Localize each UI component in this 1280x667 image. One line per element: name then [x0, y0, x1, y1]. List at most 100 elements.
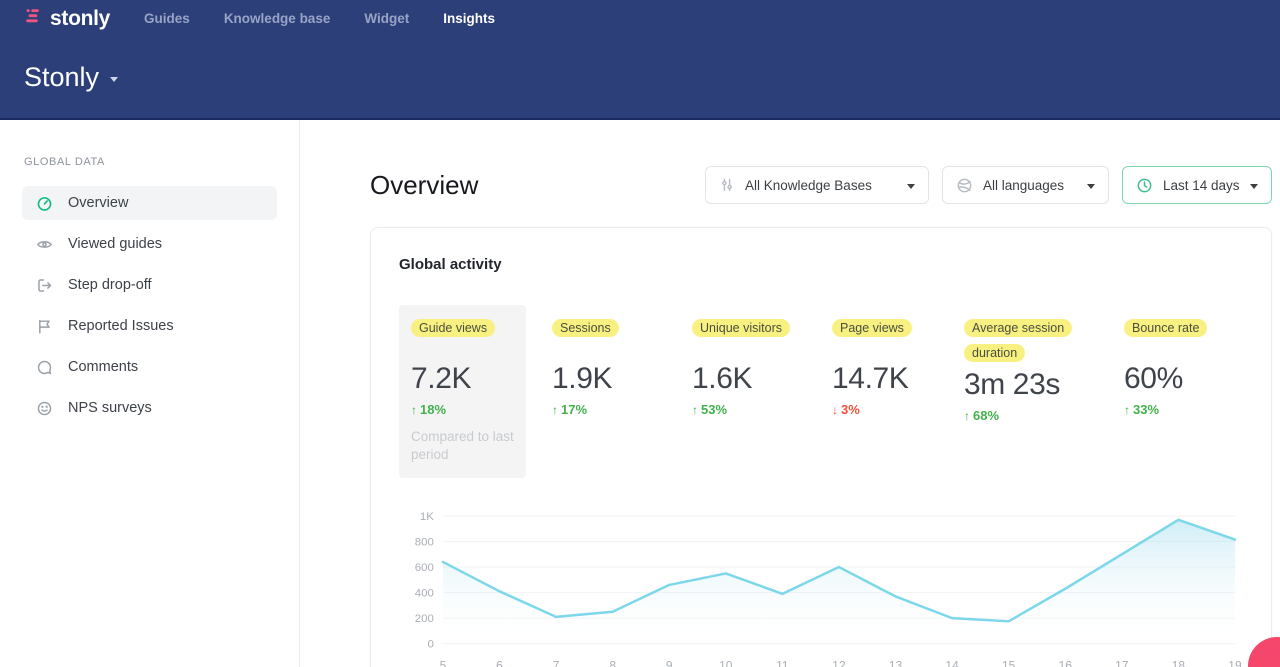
eye-icon: [36, 236, 53, 253]
metric-delta: ↑53%: [692, 402, 794, 417]
svg-text:11: 11: [776, 659, 789, 667]
flag-icon: [36, 318, 53, 335]
knowledge-bases-filter[interactable]: All Knowledge Bases: [705, 166, 929, 204]
svg-text:19: 19: [1228, 659, 1242, 667]
svg-text:800: 800: [415, 537, 434, 549]
svg-text:12: 12: [832, 659, 846, 667]
svg-text:400: 400: [415, 588, 434, 600]
svg-text:13: 13: [889, 659, 903, 667]
metric-guide-views[interactable]: Guide views 7.2K ↑18% Compared to last p…: [399, 305, 526, 478]
metric-value: 1.6K: [692, 362, 794, 396]
metric-value: 3m 23s: [964, 368, 1086, 402]
svg-text:600: 600: [415, 562, 434, 574]
clock-icon: [1136, 177, 1153, 194]
sidebar-item-label: Step drop-off: [68, 277, 152, 293]
metric-label: Bounce rate: [1124, 319, 1207, 337]
trend-arrow-icon: ↑: [692, 403, 698, 417]
workspace-switcher[interactable]: Stonly: [24, 62, 118, 93]
activity-area-chart[interactable]: 02004006008001K5678910111213141516171819: [399, 504, 1243, 667]
chevron-down-icon: [1250, 184, 1258, 189]
step-exit-icon: [36, 277, 53, 294]
nav-items: Guides Knowledge base Widget Insights: [144, 11, 495, 26]
date-range-filter[interactable]: Last 14 days: [1122, 166, 1272, 204]
metric-value: 1.9K: [552, 362, 654, 396]
svg-text:10: 10: [719, 659, 733, 667]
metric-sessions[interactable]: Sessions 1.9K ↑17%: [540, 305, 666, 431]
svg-text:9: 9: [666, 659, 673, 667]
top-navigation: stonly Guides Knowledge base Widget Insi…: [0, 0, 1280, 37]
metric-unique-visitors[interactable]: Unique visitors 1.6K ↑53%: [680, 305, 806, 431]
chevron-down-icon: [110, 77, 118, 82]
sidebar-item-comments[interactable]: Comments: [22, 350, 277, 384]
main-content: Overview All Knowledge Bases: [300, 120, 1280, 667]
metric-avg-session-duration[interactable]: Average session duration 3m 23s ↑68%: [952, 305, 1098, 437]
filter-label: Last 14 days: [1163, 178, 1240, 193]
stonly-logo[interactable]: stonly: [24, 6, 110, 31]
workspace-row: Stonly: [0, 37, 1280, 118]
sidebar-item-viewed-guides[interactable]: Viewed guides: [22, 227, 277, 261]
app-body: GLOBAL DATA Overview Viewed guides: [0, 120, 1280, 667]
nav-item-insights[interactable]: Insights: [443, 11, 495, 26]
svg-text:5: 5: [440, 659, 447, 667]
metric-bounce-rate[interactable]: Bounce rate 60% ↑33%: [1112, 305, 1238, 431]
trend-arrow-icon: ↑: [552, 403, 558, 417]
app-header: stonly Guides Knowledge base Widget Insi…: [0, 0, 1280, 120]
filter-label: All languages: [983, 178, 1064, 193]
svg-text:7: 7: [553, 659, 560, 667]
metric-delta: ↓3%: [832, 402, 926, 417]
sidebar-item-label: Reported Issues: [68, 318, 174, 334]
trend-arrow-icon: ↓: [832, 403, 838, 417]
sidebar-item-step-drop-off[interactable]: Step drop-off: [22, 268, 277, 302]
chart-canvas: 02004006008001K5678910111213141516171819: [399, 504, 1243, 667]
languages-filter[interactable]: All languages: [942, 166, 1109, 204]
workspace-title: Stonly: [24, 62, 99, 93]
smiley-icon: [36, 400, 53, 417]
sidebar-item-reported-issues[interactable]: Reported Issues: [22, 309, 277, 343]
app-root: stonly Guides Knowledge base Widget Insi…: [0, 0, 1280, 667]
sidebar-item-nps-surveys[interactable]: NPS surveys: [22, 391, 277, 425]
sidebar-section-label: GLOBAL DATA: [24, 156, 277, 168]
metric-delta: ↑68%: [964, 408, 1086, 423]
trend-arrow-icon: ↑: [411, 403, 417, 417]
metric-page-views[interactable]: Page views 14.7K ↓3%: [820, 305, 938, 431]
filters: All Knowledge Bases All languages: [705, 166, 1272, 204]
metric-label: Sessions: [552, 319, 619, 337]
gauge-icon: [36, 195, 53, 212]
sidebar-item-label: Comments: [68, 359, 138, 375]
svg-text:16: 16: [1059, 659, 1073, 667]
page-title: Overview: [370, 170, 478, 201]
svg-text:14: 14: [945, 659, 959, 667]
sidebar-item-overview[interactable]: Overview: [22, 186, 277, 220]
svg-text:6: 6: [496, 659, 503, 667]
chevron-down-icon: [907, 184, 915, 189]
comment-icon: [36, 359, 53, 376]
globe-icon: [956, 177, 973, 194]
comparison-note: Compared to last period: [411, 428, 514, 464]
card-title: Global activity: [399, 256, 1243, 273]
filter-label: All Knowledge Bases: [745, 178, 872, 193]
metric-label: Unique visitors: [692, 319, 790, 337]
metric-delta: ↑17%: [552, 402, 654, 417]
svg-text:15: 15: [1002, 659, 1016, 667]
metric-delta: ↑18%: [411, 402, 514, 417]
nav-item-knowledge-base[interactable]: Knowledge base: [224, 11, 331, 26]
logo-text: stonly: [50, 7, 110, 31]
svg-text:8: 8: [609, 659, 616, 667]
sidebar: GLOBAL DATA Overview Viewed guides: [0, 120, 300, 667]
trend-arrow-icon: ↑: [1124, 403, 1130, 417]
stonly-mark-icon: [24, 6, 44, 31]
chevron-down-icon: [1087, 184, 1095, 189]
metric-label: Page views: [832, 319, 912, 337]
metric-label: Average session duration: [964, 319, 1072, 362]
metric-value: 60%: [1124, 362, 1226, 396]
trend-arrow-icon: ↑: [964, 409, 970, 423]
metric-value: 7.2K: [411, 362, 514, 396]
sidebar-item-label: NPS surveys: [68, 400, 152, 416]
svg-text:200: 200: [415, 614, 434, 626]
metric-delta: ↑33%: [1124, 402, 1226, 417]
sliders-icon: [719, 177, 735, 193]
svg-text:1K: 1K: [420, 511, 434, 523]
metric-label: Guide views: [411, 319, 495, 337]
nav-item-widget[interactable]: Widget: [364, 11, 409, 26]
nav-item-guides[interactable]: Guides: [144, 11, 190, 26]
